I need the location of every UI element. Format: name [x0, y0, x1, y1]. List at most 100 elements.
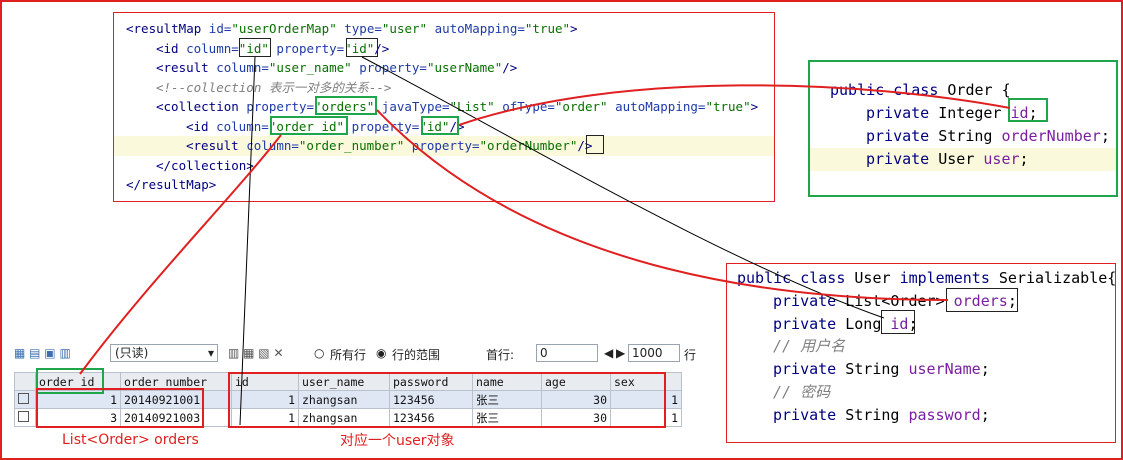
mapper-code-token: autoMapping= [607, 99, 706, 114]
table-row[interactable]: 1 20140921001 1 zhangsan 123456 张三 30 1 [14, 390, 682, 409]
order-code-token: Integer [938, 104, 1011, 122]
grid-cell[interactable]: zhangsan [298, 408, 390, 427]
mapper-code-token: "id" [419, 118, 450, 134]
mapper-code-token: "id" [238, 40, 269, 56]
user-class-panel: public class User implements Serializabl… [726, 263, 1116, 443]
mapper-code-token: type= [336, 21, 382, 36]
all-rows-label: 所有行 [330, 348, 367, 362]
user-code-token: ; [1007, 291, 1017, 310]
order-code-token: Order { [947, 81, 1011, 99]
order-code-token: private [866, 127, 939, 145]
readonly-select[interactable]: (只读) ▾ [110, 344, 218, 362]
grid-cell[interactable]: 20140921003 [120, 408, 232, 427]
grid-header-age[interactable]: age [541, 372, 611, 391]
mapper-code-token: property= [268, 40, 345, 56]
grid-cell[interactable]: 20140921001 [120, 390, 232, 409]
order-code-token: orderNumber [1001, 127, 1101, 145]
user-code-token: id [890, 314, 909, 333]
mapper-code-token: autoMapping= [427, 21, 525, 36]
order-class-panel: public class Order { private Integer id; p… [808, 60, 1118, 197]
mapper-code-line: <id column="id" property="id"/> [114, 39, 774, 59]
grid-cell[interactable]: 1 [610, 390, 682, 409]
mapper-code-token: "user" [381, 21, 428, 36]
row-select-header [14, 372, 36, 391]
row-count-input[interactable]: 1000 [628, 344, 680, 362]
order-code-line: public class Order { [810, 79, 1116, 102]
user-code-token: private [773, 405, 846, 424]
grid-header-password[interactable]: password [389, 372, 473, 391]
mapper-code-token: id= [208, 21, 232, 36]
mapper-code-token: <id [186, 118, 217, 134]
order-code-token: User [938, 150, 984, 168]
grid-header-order-id[interactable]: order_id [35, 372, 121, 391]
row-range-radio[interactable]: ◉ [376, 346, 386, 360]
user-code-token: ; [980, 360, 990, 379]
mapper-code-token: <!--collection 表示一对多的关系--> [156, 79, 392, 95]
caption-orders-list: List<Order> orders [62, 432, 199, 448]
grid-cell[interactable]: 1 [231, 408, 299, 427]
mapper-code-token: /> [502, 60, 518, 75]
mapper-code-token: > [750, 99, 759, 114]
grid-cell[interactable]: 张三 [472, 408, 542, 427]
grid-cell[interactable]: 张三 [472, 390, 542, 409]
mapper-code-line: </resultMap> [114, 175, 774, 195]
user-code-token: List<Order> [845, 291, 954, 310]
user-code-token: String [845, 360, 909, 379]
start-row-input[interactable]: 0 [536, 344, 598, 362]
grid-header-order-number[interactable]: order_number [120, 372, 232, 391]
next-page-icon[interactable]: ▶ [616, 346, 625, 360]
grid-cell[interactable]: 123456 [389, 390, 473, 409]
mapper-xml-panel: <resultMap id="userOrderMap" type="user"… [113, 12, 775, 202]
grid-header-id[interactable]: id [231, 372, 299, 391]
grid-action-icons[interactable]: ▥ ▦ ▧ ✕ [228, 346, 284, 360]
user-code-token: private [773, 314, 846, 333]
user-code-token: private [773, 291, 846, 310]
user-code-token: User [854, 269, 900, 287]
order-code-token: String [938, 127, 1002, 145]
table-row[interactable]: 3 20140921003 1 zhangsan 123456 张三 30 1 [14, 408, 682, 427]
grid-cell[interactable]: 1 [231, 390, 299, 409]
mapper-code-line: <id column="order_id" property="id"/> [114, 117, 774, 137]
order-code-token: id [1010, 104, 1029, 122]
mapper-code-token: /> [449, 118, 465, 134]
mapper-code-token: property= [344, 118, 420, 134]
mapper-code-token: "order_number" [298, 138, 405, 153]
mapper-code-token: column= [216, 118, 269, 134]
grid-header-name[interactable]: name [472, 372, 542, 391]
grid-cell[interactable]: 123456 [389, 408, 473, 427]
mapper-code-token: "orders" [314, 99, 375, 114]
grid-cell[interactable]: 30 [541, 408, 611, 427]
user-code-token: userName [908, 360, 981, 379]
grid-cell[interactable]: 3 [35, 408, 121, 427]
grid-header-sex[interactable]: sex [610, 372, 682, 391]
user-code-token: String [845, 405, 909, 424]
row-checkbox[interactable] [14, 408, 36, 427]
order-code-token: ; [1019, 150, 1029, 168]
mapper-code-token: javaType= [374, 99, 450, 114]
grid-cell[interactable]: 1 [35, 390, 121, 409]
mapper-code-token: /> [577, 138, 593, 153]
grid-cell[interactable]: 30 [541, 390, 611, 409]
mapper-code-token: column= [186, 40, 239, 56]
mapper-code-line: <collection property="orders" javaType="… [114, 97, 774, 117]
order-code-token: user [983, 150, 1020, 168]
grid-cell[interactable]: zhangsan [298, 390, 390, 409]
grid-header-user-name[interactable]: user_name [298, 372, 390, 391]
user-code-line: private Long id; [727, 313, 1115, 336]
all-rows-radio[interactable]: ○ [314, 346, 324, 360]
toolbar-icons[interactable]: ▦ ▤ ▣ ▥ [14, 346, 71, 360]
row-checkbox[interactable] [14, 390, 36, 409]
row-range-label: 行的范围 [392, 348, 441, 362]
user-code-token: private [773, 360, 846, 379]
user-code-token: public class [737, 269, 855, 287]
user-code-line: private String userName; [727, 358, 1115, 381]
caption-user-object: 对应一个user对象 [340, 433, 455, 449]
grid-cell[interactable]: 1 [610, 408, 682, 427]
user-code-token: orders [953, 291, 1008, 310]
user-code-token: // 密码 [773, 383, 831, 401]
prev-page-icon[interactable]: ◀ [604, 346, 613, 360]
order-code-token: private [866, 104, 939, 122]
mapper-code-line: <!--collection 表示一对多的关系--> [114, 78, 774, 98]
mapper-code-line: <result column="order_number" property="… [114, 136, 774, 156]
user-code-token: Serializable{ [998, 269, 1117, 287]
